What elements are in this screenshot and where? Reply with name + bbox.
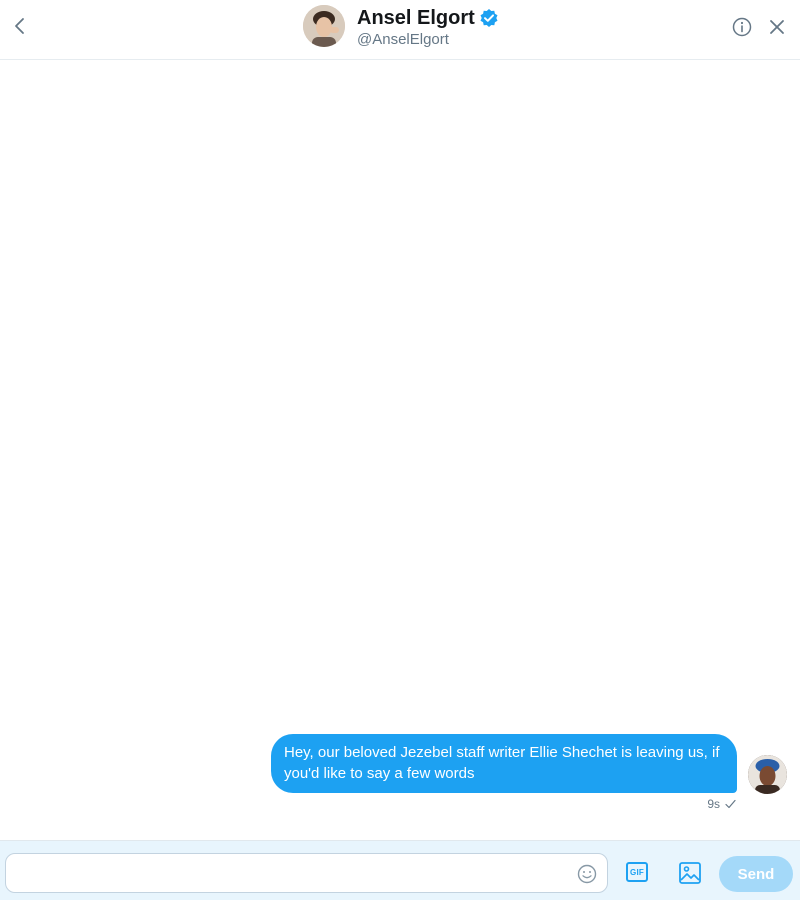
sender-avatar-image: [748, 755, 787, 794]
dm-conversation-window: Ansel Elgort @AnselElgort Hey, our belov…: [0, 0, 800, 900]
send-button[interactable]: Send: [719, 856, 793, 892]
contact-name-row: Ansel Elgort: [357, 5, 499, 31]
add-image-button[interactable]: [678, 861, 702, 885]
contact-name[interactable]: Ansel Elgort: [357, 7, 475, 30]
conversation-header: Ansel Elgort @AnselElgort: [0, 0, 800, 60]
message-bubble[interactable]: Hey, our beloved Jezebel staff writer El…: [271, 734, 737, 793]
chevron-left-icon: [15, 18, 24, 34]
message-input[interactable]: [5, 853, 608, 893]
gif-button[interactable]: GIF: [626, 862, 650, 884]
contact-avatar-image: [303, 5, 345, 47]
contact-handle[interactable]: @AnselElgort: [357, 31, 449, 48]
info-icon: [732, 17, 752, 37]
message-meta: 9s: [690, 797, 736, 811]
emoji-icon: [577, 864, 597, 884]
info-button[interactable]: [731, 16, 753, 38]
verified-badge-icon: [479, 8, 499, 28]
emoji-button[interactable]: [577, 864, 597, 884]
back-button[interactable]: [6, 12, 34, 40]
message-composer: GIF Send: [0, 840, 800, 900]
check-icon: [725, 799, 736, 809]
sender-avatar[interactable]: [748, 755, 787, 794]
close-icon: [770, 20, 784, 34]
close-button[interactable]: [767, 17, 787, 37]
contact-avatar[interactable]: [303, 5, 345, 47]
message-list: Hey, our beloved Jezebel staff writer El…: [0, 60, 800, 840]
gif-icon: GIF: [626, 862, 648, 882]
image-icon: [679, 862, 701, 884]
message-time: 9s: [707, 797, 720, 811]
